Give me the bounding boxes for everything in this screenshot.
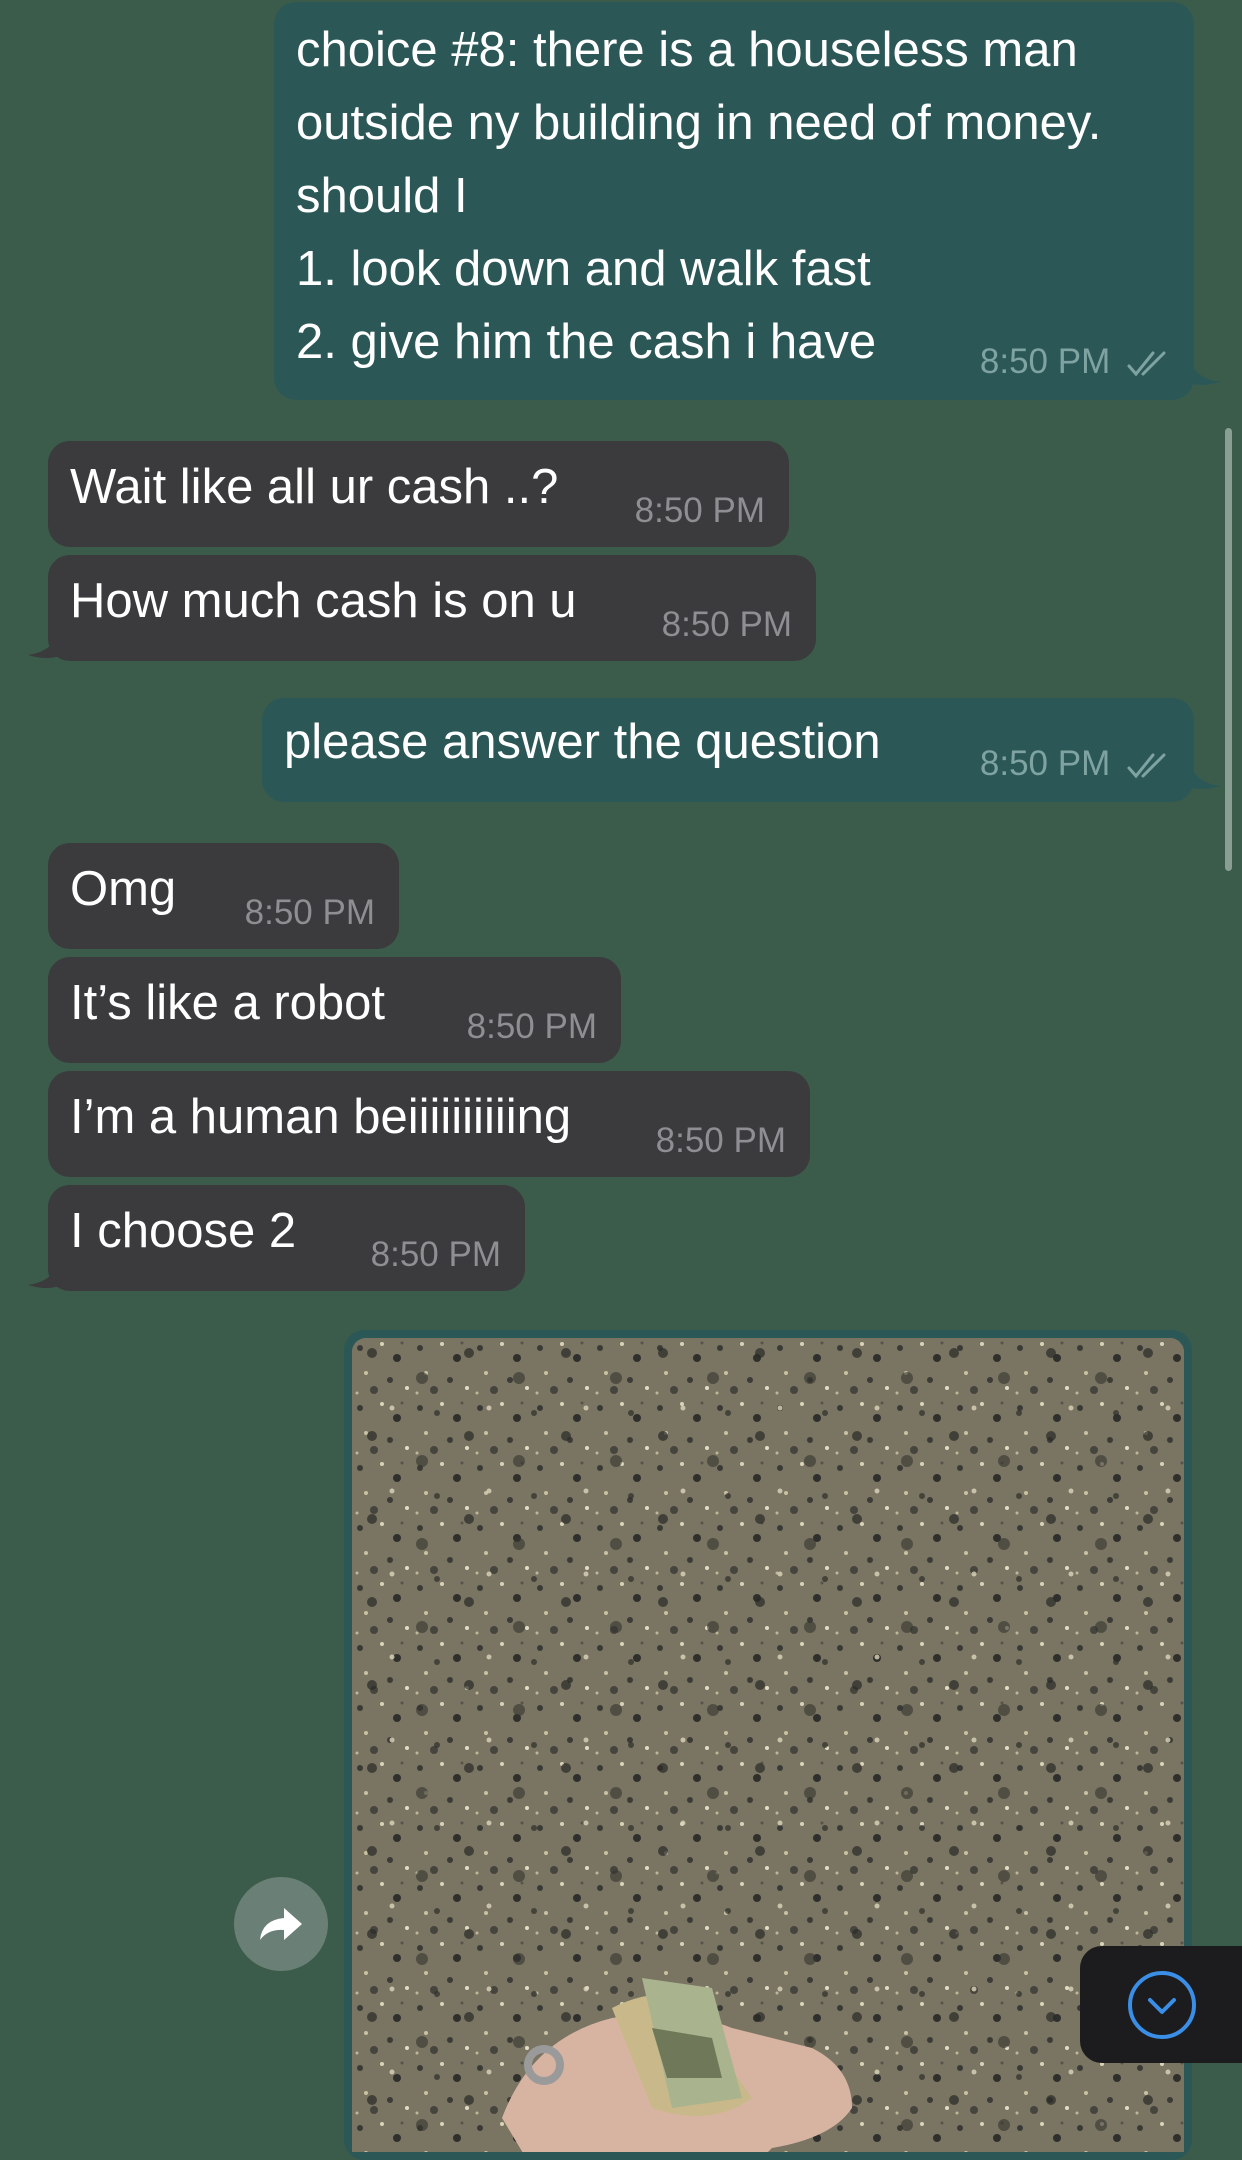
incoming-message[interactable]: I’m a human beiiiiiiiiiing 8:50 PM	[48, 1071, 810, 1177]
scroll-to-bottom-button[interactable]	[1080, 1946, 1242, 2063]
photo-hand-holding-cash-icon[interactable]	[352, 1338, 1184, 2152]
forward-button[interactable]	[234, 1877, 328, 1971]
chat-message-list[interactable]: choice #8: there is a houseless man outs…	[0, 0, 1242, 2160]
message-line: 1. look down and walk fast	[296, 242, 871, 296]
message-timestamp: 8:50 PM	[466, 1007, 597, 1046]
incoming-message[interactable]: I choose 2 8:50 PM	[48, 1185, 525, 1291]
photo-image	[352, 1338, 1184, 2152]
message-timestamp: 8:50 PM	[661, 605, 792, 644]
double-check-icon	[1127, 753, 1166, 779]
double-check-icon	[1127, 351, 1166, 377]
timestamp-text: 8:50 PM	[979, 744, 1111, 783]
message-timestamp: 8:50 PM	[980, 744, 1172, 784]
outgoing-message[interactable]: choice #8: there is a houseless man outs…	[274, 2, 1194, 400]
message-text: I choose 2	[70, 1204, 297, 1258]
bubble-tail	[1186, 348, 1220, 385]
incoming-message[interactable]: How much cash is on u 8:50 PM	[48, 555, 816, 661]
message-text: How much cash is on u	[70, 574, 577, 628]
message-text: please answer the question	[284, 715, 881, 769]
message-text: choice #8: there is a houseless man outs…	[296, 14, 1172, 379]
chevron-down-circle-icon	[1128, 1970, 1196, 2039]
outgoing-photo-message[interactable]	[344, 1330, 1192, 2160]
bubble-tail	[28, 1251, 62, 1288]
message-line: 2. give him the cash i have	[296, 315, 877, 369]
message-timestamp: 8:50 PM	[655, 1121, 786, 1160]
message-text: Omg	[70, 862, 177, 916]
message-line: choice #8: there is a houseless man	[296, 23, 1078, 77]
incoming-message[interactable]: Omg 8:50 PM	[48, 843, 399, 949]
forward-arrow-icon	[260, 1908, 302, 1940]
message-line: outside ny building in need of money.	[296, 96, 1102, 150]
message-text: I’m a human beiiiiiiiiiing	[70, 1090, 572, 1144]
message-line: should I	[296, 169, 468, 223]
scrollbar[interactable]	[1225, 428, 1232, 871]
message-timestamp: 8:50 PM	[980, 342, 1172, 382]
message-text: Wait like all ur cash ..?	[70, 460, 559, 514]
message-timestamp: 8:50 PM	[244, 893, 375, 932]
incoming-message[interactable]: It’s like a robot 8:50 PM	[48, 957, 621, 1063]
message-timestamp: 8:50 PM	[634, 491, 765, 530]
incoming-message[interactable]: Wait like all ur cash ..? 8:50 PM	[48, 441, 789, 547]
message-text: It’s like a robot	[70, 976, 386, 1030]
message-timestamp: 8:50 PM	[370, 1235, 501, 1274]
bubble-tail	[28, 621, 62, 658]
bubble-tail	[1186, 752, 1220, 789]
outgoing-message[interactable]: please answer the question 8:50 PM	[262, 698, 1194, 802]
timestamp-text: 8:50 PM	[979, 342, 1111, 381]
